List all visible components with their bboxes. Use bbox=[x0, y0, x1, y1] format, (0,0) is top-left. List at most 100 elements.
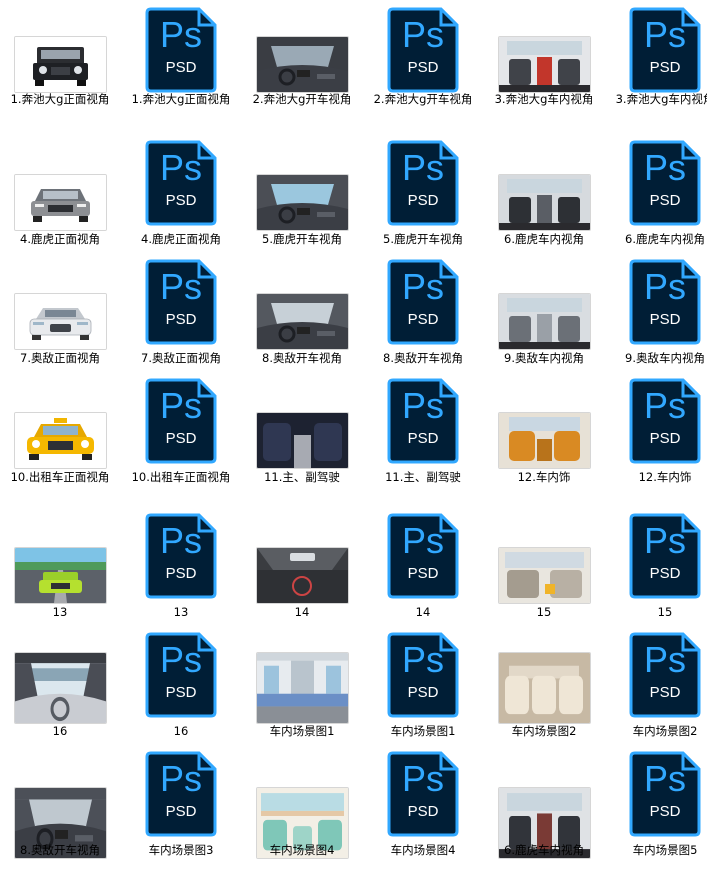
psd-file-item[interactable]: Ps PSD 7.奥敌正面视角 bbox=[121, 257, 241, 377]
file-name-label: 11.主、副驾驶 bbox=[385, 470, 461, 484]
photoshop-file-icon: Ps PSD bbox=[605, 749, 707, 839]
psd-icon-small-text: PSD bbox=[165, 192, 197, 209]
psd-file-item[interactable]: Ps PSD 10.出租车正面视角 bbox=[121, 376, 241, 496]
image-file-item[interactable]: 9.奥敌车内视角 bbox=[484, 257, 604, 377]
image-thumbnail bbox=[15, 294, 106, 349]
psd-icon-big-text: Ps bbox=[159, 14, 202, 55]
file-name-label: 9.奥敌车内视角 bbox=[504, 351, 584, 365]
psd-file-item[interactable]: Ps PSD 15 bbox=[605, 511, 707, 631]
file-name-label: 2.奔池大g开车视角 bbox=[373, 92, 473, 106]
psd-file-item[interactable]: Ps PSD 14 bbox=[363, 511, 483, 631]
file-name-label: 5.鹿虎开车视角 bbox=[262, 232, 342, 246]
file-name-label: 13 bbox=[173, 605, 189, 619]
file-name-label: 9.奥敌车内视角 bbox=[625, 351, 705, 365]
psd-file-item[interactable]: Ps PSD 9.奥敌车内视角 bbox=[605, 257, 707, 377]
photoshop-file-icon: Ps PSD bbox=[605, 376, 707, 466]
psd-icon-big-text: Ps bbox=[401, 758, 444, 799]
image-thumbnail bbox=[499, 413, 590, 468]
file-name-label: 14 bbox=[415, 605, 431, 619]
photoshop-file-icon: Ps PSD bbox=[363, 630, 483, 720]
photoshop-file-icon: Ps PSD bbox=[363, 138, 483, 228]
file-name-label: 4.鹿虎正面视角 bbox=[20, 232, 100, 246]
file-name-label: 11.主、副驾驶 bbox=[264, 470, 340, 484]
photoshop-file-icon: Ps PSD bbox=[605, 630, 707, 720]
image-file-item[interactable]: 14 bbox=[242, 511, 362, 631]
psd-icon-small-text: PSD bbox=[165, 565, 197, 582]
file-name-label: 7.奥敌正面视角 bbox=[141, 351, 221, 365]
psd-icon-small-text: PSD bbox=[165, 430, 197, 447]
photoshop-file-icon: Ps PSD bbox=[363, 376, 483, 466]
photoshop-file-icon: Ps PSD bbox=[363, 511, 483, 601]
psd-file-item[interactable]: Ps PSD 12.车内饰 bbox=[605, 376, 707, 496]
image-thumbnail bbox=[499, 294, 590, 349]
photoshop-file-icon: Ps PSD bbox=[605, 5, 707, 95]
psd-file-item[interactable]: Ps PSD 11.主、副驾驶 bbox=[363, 376, 483, 496]
image-thumbnail bbox=[257, 294, 348, 349]
photoshop-file-icon: Ps PSD bbox=[605, 138, 707, 228]
image-file-item[interactable]: 7.奥敌正面视角 bbox=[0, 257, 120, 377]
image-file-item[interactable]: 车内场景图4 bbox=[242, 749, 362, 869]
image-file-item[interactable]: 6.鹿虎车内视角 bbox=[484, 138, 604, 258]
file-name-label: 6.鹿虎车内视角 bbox=[625, 232, 705, 246]
psd-icon-small-text: PSD bbox=[407, 803, 439, 820]
psd-file-item[interactable]: Ps PSD 8.奥敌开车视角 bbox=[363, 257, 483, 377]
image-file-item[interactable]: 10.出租车正面视角 bbox=[0, 376, 120, 496]
image-file-item[interactable]: 2.奔池大g开车视角 bbox=[242, 5, 362, 125]
psd-icon-small-text: PSD bbox=[165, 311, 197, 328]
psd-icon-big-text: Ps bbox=[159, 758, 202, 799]
image-file-item[interactable]: 8.奥敌开车视角 bbox=[0, 749, 120, 869]
image-file-item[interactable]: 15 bbox=[484, 511, 604, 631]
psd-icon-big-text: Ps bbox=[401, 639, 444, 680]
photoshop-file-icon: Ps PSD bbox=[121, 138, 241, 228]
psd-file-item[interactable]: Ps PSD 4.鹿虎正面视角 bbox=[121, 138, 241, 258]
image-file-item[interactable]: 8.奥敌开车视角 bbox=[242, 257, 362, 377]
photoshop-file-icon: Ps PSD bbox=[121, 511, 241, 601]
image-thumbnail bbox=[15, 653, 106, 723]
image-file-item[interactable]: 4.鹿虎正面视角 bbox=[0, 138, 120, 258]
psd-icon-small-text: PSD bbox=[407, 192, 439, 209]
image-thumbnail bbox=[15, 175, 106, 230]
file-name-label: 2.奔池大g开车视角 bbox=[252, 92, 352, 106]
image-file-item[interactable]: 3.奔池大g车内视角 bbox=[484, 5, 604, 125]
image-file-item[interactable]: 5.鹿虎开车视角 bbox=[242, 138, 362, 258]
image-file-item[interactable]: 车内场景图2 bbox=[484, 630, 604, 750]
image-file-item[interactable]: 车内场景图1 bbox=[242, 630, 362, 750]
image-file-item[interactable]: 12.车内饰 bbox=[484, 376, 604, 496]
psd-icon-big-text: Ps bbox=[401, 520, 444, 561]
psd-file-item[interactable]: Ps PSD 车内场景图4 bbox=[363, 749, 483, 869]
psd-icon-small-text: PSD bbox=[165, 803, 197, 820]
psd-file-item[interactable]: Ps PSD 车内场景图3 bbox=[121, 749, 241, 869]
photoshop-file-icon: Ps PSD bbox=[363, 5, 483, 95]
file-name-label: 15 bbox=[657, 605, 673, 619]
psd-icon-small-text: PSD bbox=[649, 565, 681, 582]
psd-file-item[interactable]: Ps PSD 2.奔池大g开车视角 bbox=[363, 5, 483, 125]
psd-file-item[interactable]: Ps PSD 13 bbox=[121, 511, 241, 631]
photoshop-file-icon: Ps PSD bbox=[363, 257, 483, 347]
file-name-label: 13 bbox=[52, 605, 68, 619]
file-name-label: 车内场景图1 bbox=[390, 724, 456, 738]
image-file-item[interactable]: 16 bbox=[0, 630, 120, 750]
psd-icon-small-text: PSD bbox=[407, 59, 439, 76]
image-file-item[interactable]: 11.主、副驾驶 bbox=[242, 376, 362, 496]
file-name-label: 车内场景图2 bbox=[511, 724, 577, 738]
psd-file-item[interactable]: Ps PSD 6.鹿虎车内视角 bbox=[605, 138, 707, 258]
image-thumbnail bbox=[15, 413, 106, 468]
psd-file-item[interactable]: Ps PSD 车内场景图1 bbox=[363, 630, 483, 750]
psd-icon-small-text: PSD bbox=[165, 59, 197, 76]
psd-file-item[interactable]: Ps PSD 5.鹿虎开车视角 bbox=[363, 138, 483, 258]
file-name-label: 6.鹿虎车内视角 bbox=[504, 843, 584, 857]
psd-file-item[interactable]: Ps PSD 1.奔池大g正面视角 bbox=[121, 5, 241, 125]
psd-file-item[interactable]: Ps PSD 车内场景图2 bbox=[605, 630, 707, 750]
psd-icon-big-text: Ps bbox=[159, 520, 202, 561]
image-thumbnail bbox=[257, 653, 348, 723]
psd-file-item[interactable]: Ps PSD 3.奔池大g车内视角 bbox=[605, 5, 707, 125]
psd-file-item[interactable]: Ps PSD 车内场景图5 bbox=[605, 749, 707, 869]
psd-icon-big-text: Ps bbox=[643, 639, 686, 680]
file-name-label: 车内场景图1 bbox=[269, 724, 335, 738]
image-thumbnail bbox=[499, 548, 590, 603]
image-file-item[interactable]: 6.鹿虎车内视角 bbox=[484, 749, 604, 869]
image-file-item[interactable]: 13 bbox=[0, 511, 120, 631]
image-file-item[interactable]: 1.奔池大g正面视角 bbox=[0, 5, 120, 125]
psd-file-item[interactable]: Ps PSD 16 bbox=[121, 630, 241, 750]
file-name-label: 车内场景图4 bbox=[390, 843, 456, 857]
